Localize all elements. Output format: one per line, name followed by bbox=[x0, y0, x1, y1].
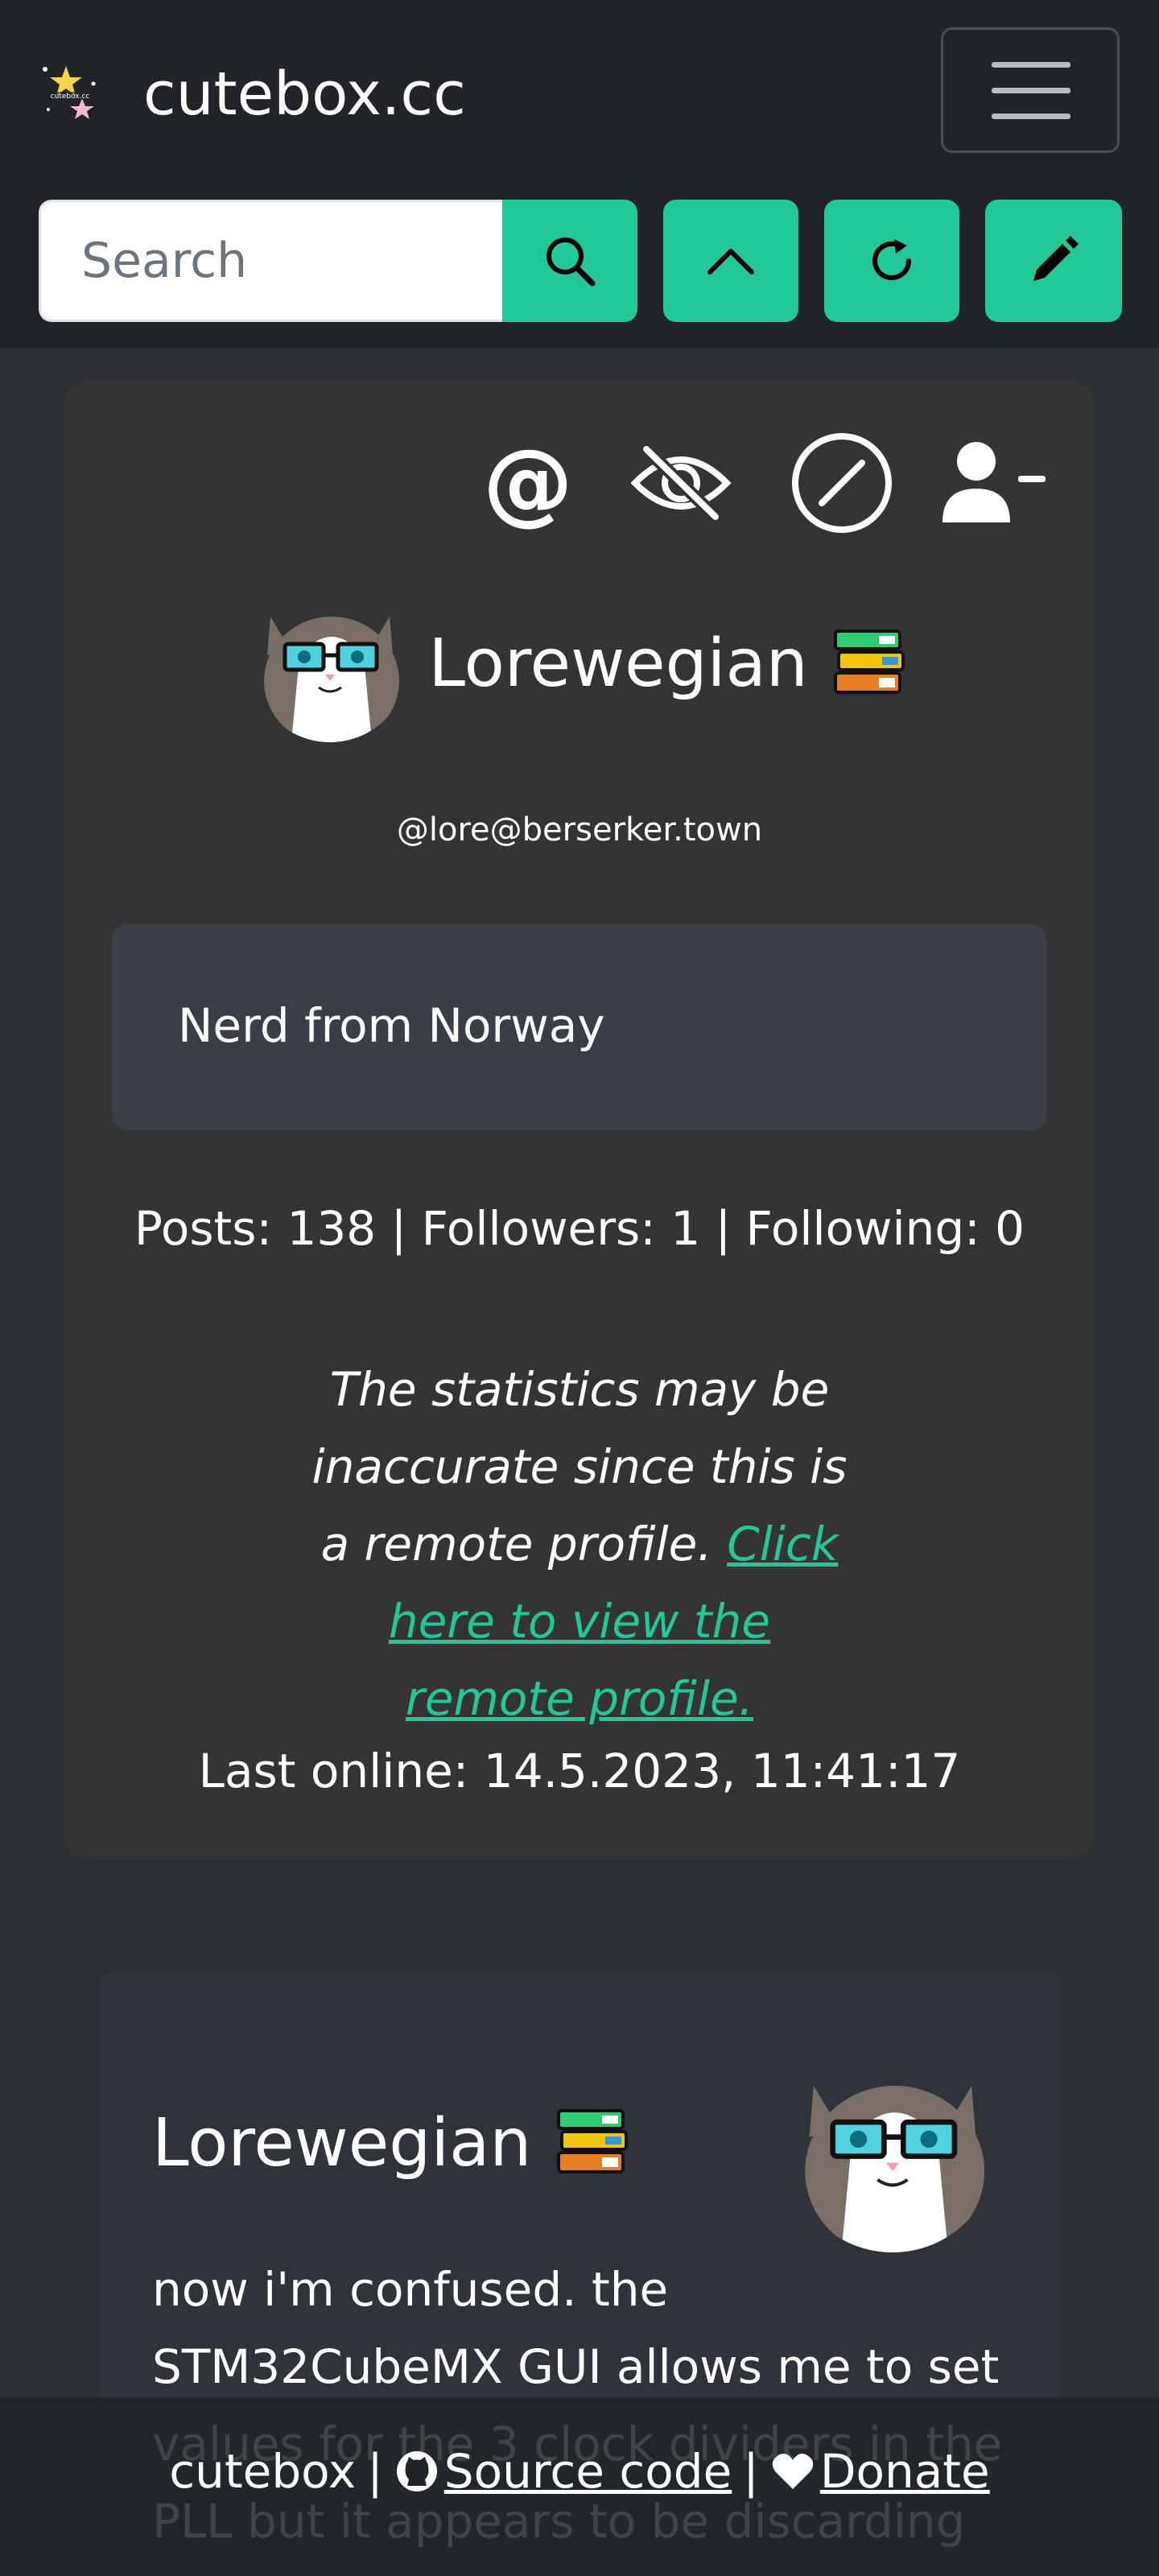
last-online: Last online: 14.5.2023, 11:41:17 bbox=[198, 1744, 961, 1798]
profile-bio: Nerd from Norway bbox=[112, 924, 1047, 1130]
hamburger-icon-bar bbox=[992, 62, 1070, 68]
at-icon: @ bbox=[483, 431, 573, 535]
search-input[interactable] bbox=[39, 200, 504, 322]
cat-avatar-icon bbox=[788, 2043, 997, 2252]
chevron-up-icon bbox=[707, 249, 754, 275]
books-emoji-icon bbox=[557, 2109, 629, 2174]
profile-stats: Posts: 138 | Followers: 1 | Following: 0 bbox=[134, 1201, 1025, 1256]
profile-header: Lorewegian bbox=[64, 584, 1095, 742]
hamburger-icon-bar bbox=[992, 88, 1070, 93]
cutebox-logo-icon: cutebox.cc bbox=[43, 66, 97, 119]
avatar bbox=[251, 584, 410, 742]
post-avatar[interactable] bbox=[788, 2043, 997, 2252]
footer-site-name: cutebox bbox=[169, 2444, 357, 2499]
cat-avatar-icon bbox=[251, 584, 410, 742]
eye-slash-icon bbox=[630, 444, 732, 522]
search-icon bbox=[547, 237, 596, 287]
books-emoji-icon bbox=[833, 630, 905, 694]
navbar: cutebox.cc cutebox.cc bbox=[0, 0, 1159, 348]
bio-text: Nerd from Norway bbox=[178, 998, 605, 1053]
brand-name: cutebox.cc bbox=[143, 60, 466, 129]
github-icon bbox=[396, 2451, 437, 2491]
profile-handle: @lore@berserker.town bbox=[396, 811, 763, 848]
source-code-link[interactable]: Source code bbox=[394, 2444, 732, 2499]
hamburger-icon-bar bbox=[992, 114, 1070, 119]
profile-card: @ Lorewegian @lore@berserker.town Nerd f… bbox=[64, 380, 1095, 1860]
footer-separator: | bbox=[367, 2444, 383, 2499]
profile-actions: @ bbox=[64, 428, 1095, 538]
pencil-icon bbox=[1033, 236, 1079, 281]
block-button[interactable] bbox=[787, 428, 897, 538]
remote-profile-note: The statistics may be inaccurate since t… bbox=[298, 1351, 861, 1737]
search-toolbar bbox=[39, 200, 1122, 322]
profile-display-name: Lorewegian bbox=[428, 625, 808, 702]
post-author[interactable]: Lorewegian bbox=[152, 2104, 631, 2182]
post-author-name: Lorewegian bbox=[152, 2104, 532, 2182]
brand[interactable]: cutebox.cc cutebox.cc bbox=[37, 58, 466, 130]
heart-icon bbox=[772, 2454, 814, 2489]
donate-label: Donate bbox=[819, 2444, 990, 2499]
compose-button[interactable] bbox=[985, 200, 1122, 322]
donate-link[interactable]: Donate bbox=[770, 2444, 990, 2499]
reload-icon bbox=[872, 239, 911, 280]
mention-button[interactable]: @ bbox=[473, 428, 583, 538]
mute-button[interactable] bbox=[626, 428, 736, 538]
search-button[interactable] bbox=[502, 200, 637, 322]
unfollow-button[interactable] bbox=[940, 428, 1050, 538]
svg-text:cutebox.cc: cutebox.cc bbox=[51, 93, 90, 101]
source-code-label: Source code bbox=[443, 2444, 732, 2499]
footer-separator: | bbox=[743, 2444, 759, 2499]
block-icon bbox=[792, 433, 892, 533]
navbar-toggler-button[interactable] bbox=[941, 27, 1120, 153]
scroll-top-button[interactable] bbox=[663, 200, 798, 322]
reload-button[interactable] bbox=[824, 200, 959, 322]
person-dash-icon bbox=[942, 442, 1046, 522]
footer: cutebox | Source code | Donate bbox=[0, 2397, 1159, 2576]
